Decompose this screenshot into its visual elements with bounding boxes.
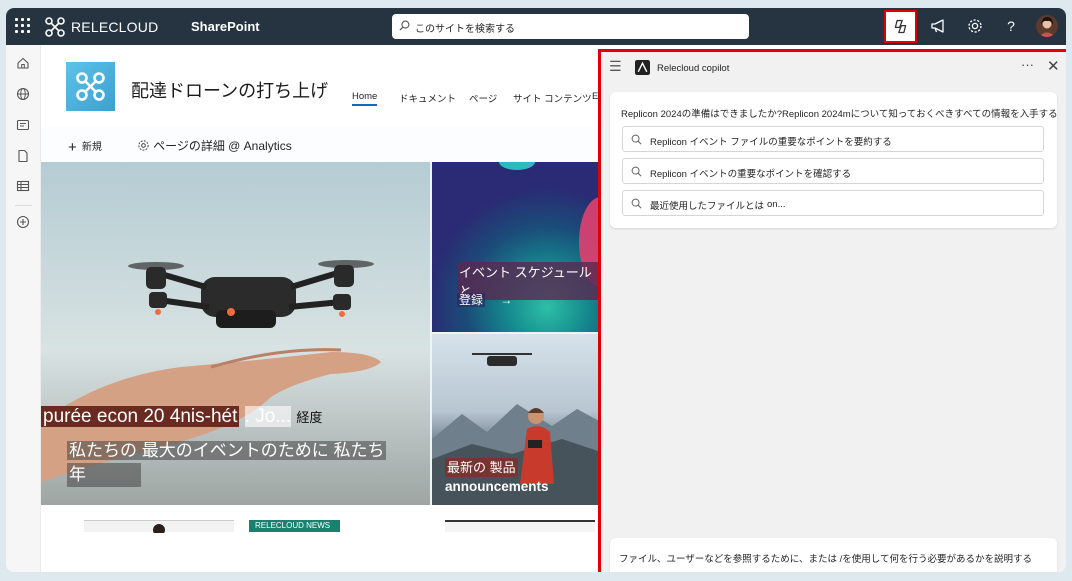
avatar[interactable] (1036, 15, 1058, 37)
copilot-app-icon (635, 60, 650, 75)
search-placeholder: このサイトを検索する (415, 24, 515, 35)
search-icon (631, 134, 642, 145)
suggestion-check-points[interactable]: Replicon イベントの重要なポイントを確認する (622, 158, 1044, 184)
hero-main-subtitle-year: 年 (67, 463, 141, 487)
copilot-input-placeholder: ファイル、ユーザーなどを参照するために、または /を使用して何を行う必要があるか… (619, 554, 1033, 565)
more-options-icon[interactable]: ··· (1021, 57, 1034, 72)
rail-divider (15, 205, 32, 206)
news-thumb-2[interactable] (445, 520, 595, 532)
hero-main-text-3: 年 (67, 463, 141, 487)
command-bar: + 新規 ページの詳細 @ Analytics (41, 127, 601, 160)
copilot-input[interactable]: ファイル、ユーザーなどを参照するために、または /を使用して何を行う必要があるか… (610, 538, 1057, 572)
file-icon[interactable] (16, 149, 30, 163)
hero-main-subtitle: 私たちの 最大のイベントのために 私たち (67, 441, 387, 460)
product-text: 最新の 製品 announcements (445, 458, 549, 496)
search-icon (399, 20, 410, 31)
add-icon[interactable] (16, 215, 30, 229)
hamburger-icon[interactable]: ☰ (609, 58, 622, 75)
search-box[interactable]: このサイトを検索する (392, 14, 749, 39)
copilot-prompt: Replicon 2024の準備はできましたか?Replicon 2024mにつ… (621, 109, 1058, 120)
hero-main-tile[interactable]: purée econ 20 4nis-hét . Jo... 経度 私たちの 最… (41, 162, 430, 505)
hero-main-title-longitude: 経度 (296, 410, 323, 425)
suggestion-label: 最近使用したファイルとは (650, 201, 765, 212)
suggestion-tail: on... (767, 199, 786, 210)
search-icon (631, 198, 642, 209)
suggestion-recent-files[interactable]: 最近使用したファイルとは on... (622, 190, 1044, 216)
left-rail (6, 45, 41, 572)
waffle-icon[interactable] (14, 17, 32, 35)
news-icon[interactable] (16, 118, 30, 132)
globe-icon[interactable] (16, 87, 30, 101)
page-details-label: ページの詳細 @ Analytics (153, 139, 292, 153)
site-title: 配達ドローンの打ち上げ (131, 81, 329, 101)
site-logo[interactable] (66, 62, 115, 111)
megaphone-icon[interactable] (929, 17, 947, 35)
hero-section: purée econ 20 4nis-hét . Jo... 経度 私たちの 最… (41, 162, 601, 505)
product-line1: 最新の 製品 (445, 458, 518, 477)
nav-site-contents[interactable]: サイト コンテンツ (513, 91, 592, 105)
copilot-button[interactable] (884, 10, 917, 43)
site-header: 配達ドローンの打ち上げ Home ドキュメント ページ サイト コンテンツ Ec (41, 45, 603, 127)
page-details-button[interactable]: ページの詳細 @ Analytics (137, 137, 292, 154)
event-register-link[interactable]: 登録 → (457, 291, 512, 308)
app-name[interactable]: SharePoint (191, 19, 260, 34)
nav-pages[interactable]: ページ (469, 91, 497, 105)
home-icon[interactable] (16, 56, 30, 70)
suite-bar: RELECLOUD SharePoint このサイトを検索する ? (6, 8, 1066, 45)
arrow-right-icon: → (500, 293, 513, 307)
nav-home[interactable]: Home (352, 91, 378, 106)
suggestion-label: Replicon イベント ファイルの重要なポイントを要約する (650, 137, 892, 148)
news-thumb-1[interactable] (84, 520, 234, 533)
hero-main-text-1: purée econ 20 4nis-hét . Jo... 経度 (41, 406, 322, 429)
copilot-icon (894, 19, 907, 34)
gear-icon[interactable] (966, 17, 984, 35)
new-button[interactable]: + 新規 (68, 137, 102, 156)
help-icon[interactable]: ? (1002, 17, 1020, 35)
hero-product-tile[interactable]: 最新の 製品 announcements (432, 334, 601, 505)
news-badge: RELECLOUD NEWS (249, 520, 340, 532)
list-icon[interactable] (16, 179, 30, 193)
person-thumbnail (153, 524, 165, 533)
brand-name[interactable]: RELECLOUD (71, 19, 158, 35)
hero-main-title: purée econ 20 4nis-hét (41, 406, 240, 427)
gear-icon (138, 140, 149, 151)
event-register-label: 登録 (457, 293, 486, 307)
product-line2: announcements (445, 479, 549, 494)
relecloud-logo[interactable] (45, 17, 65, 37)
copilot-title: Relecloud copilot (657, 63, 730, 74)
plus-icon: + (68, 139, 77, 156)
nav-documents[interactable]: ドキュメント (399, 91, 456, 105)
hero-main-title-tail: . Jo... (244, 406, 292, 427)
suggestion-summarize[interactable]: Replicon イベント ファイルの重要なポイントを要約する (622, 126, 1044, 152)
copilot-pane: ☰ Relecloud copilot ··· ✕ Replicon 2024の… (598, 49, 1066, 572)
search-icon (631, 166, 642, 177)
sharepoint-window: RELECLOUD SharePoint このサイトを検索する ? 配達ドローン… (6, 8, 1066, 572)
new-label: 新規 (81, 142, 102, 153)
copilot-suggestion-card: Replicon 2024の準備はできましたか?Replicon 2024mにつ… (610, 92, 1058, 228)
close-icon[interactable]: ✕ (1047, 57, 1060, 75)
suggestion-label: Replicon イベントの重要なポイントを確認する (650, 169, 852, 180)
hero-event-tile[interactable]: イベント スケジュールと 登録 → (432, 162, 601, 332)
hero-main-text-2: 私たちの 最大のイベントのために 私たち (67, 439, 387, 463)
copilot-header: ☰ Relecloud copilot ··· ✕ (601, 52, 1066, 82)
